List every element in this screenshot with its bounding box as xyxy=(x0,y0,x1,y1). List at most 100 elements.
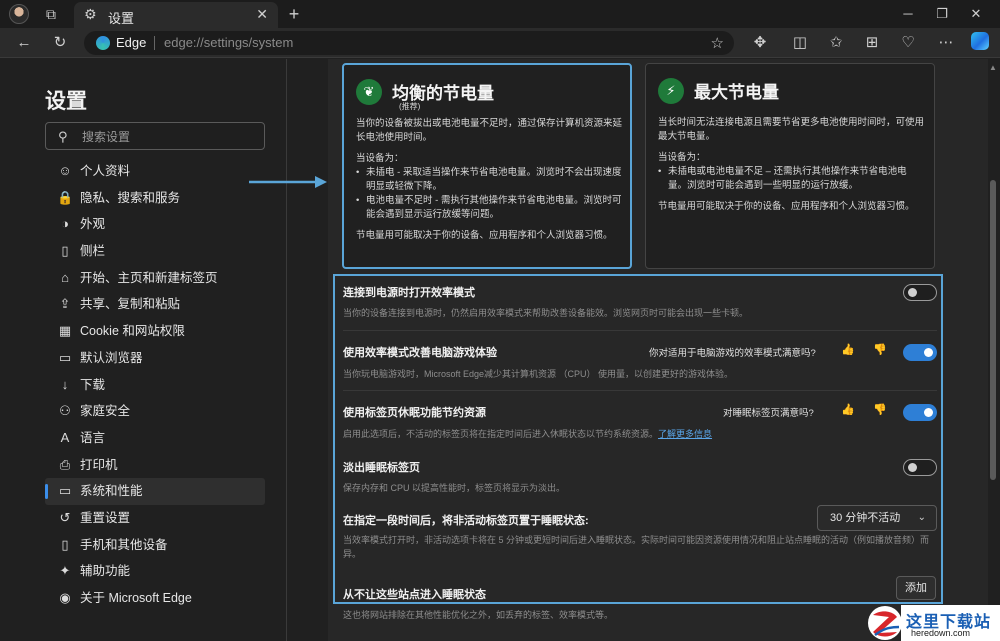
setting-desc-text: 启用此选项后，不活动的标签页将在指定时间后进入休眠状态以节约系统资源。 xyxy=(343,429,659,439)
sidebar-item[interactable]: ▭ 默认浏览器 xyxy=(45,345,265,372)
balanced-savings-card[interactable]: ❦ 均衡的节电量 (推荐) 当你的设备被拔出或电池电量不足时，通过保存计算机资源… xyxy=(342,63,632,269)
fade-tabs-toggle[interactable] xyxy=(903,459,937,476)
sidebar-item-label: 手机和其他设备 xyxy=(80,537,168,552)
sidebar-item[interactable]: ▯ 手机和其他设备 xyxy=(45,532,265,559)
divider xyxy=(343,330,937,331)
sidebar-item[interactable]: 🔒 隐私、搜索和服务 xyxy=(45,185,265,212)
profile-avatar[interactable] xyxy=(9,4,29,24)
favorites-icon[interactable]: ✩ xyxy=(826,33,846,53)
card-desc: 当长时间无法连接电源且需要节省更多电池使用时间时，可使用最大节电量。 xyxy=(658,117,925,142)
collections-icon[interactable]: ⊞ xyxy=(862,33,882,53)
timeout-selected: 30 分钟不活动 xyxy=(830,512,901,524)
phone-icon: ▯ xyxy=(61,536,69,552)
sidebar-item[interactable]: ✦ 辅助功能 xyxy=(45,558,265,585)
settings-panel: 连接到电源时打开效率模式 当你的设备连接到电源时，仍然启用效率模式来帮助改善设备… xyxy=(333,274,943,604)
card-note: 节电量用可能取决于你的设备、应用程序和个人浏览器习惯。 xyxy=(658,201,915,212)
search-icon: ⚲ xyxy=(58,129,68,144)
maximum-savings-card[interactable]: ⚡ 最大节电量 当长时间无法连接电源且需要节省更多电池使用时间时，可使用最大节电… xyxy=(645,63,935,269)
sidebar-item-label: 隐私、搜索和服务 xyxy=(80,190,181,205)
sidebar-item[interactable]: A 语言 xyxy=(45,425,265,452)
sidebar-item-label: 下载 xyxy=(80,377,106,392)
gaming-toggle[interactable] xyxy=(903,344,937,361)
sidebar-item-label: 语言 xyxy=(80,430,106,445)
address-url[interactable]: edge://settings/system xyxy=(164,35,293,50)
thumbs-up-icon[interactable]: 👍 xyxy=(841,403,855,416)
watermark: 这里下载站 heredown.com xyxy=(867,605,1000,641)
copilot-icon[interactable] xyxy=(971,32,989,50)
extensions-icon[interactable]: ✥ xyxy=(750,33,770,53)
sidebar-icon: ▯ xyxy=(61,243,69,259)
settings-sidebar: 设置 ⚲ ☺ 个人资料 🔒 隐私、搜索和服务 ◑ 外观 ▯ 侧栏 ⌂ 开始、主页和新建标签页 ⇪ 共享… xyxy=(0,59,286,641)
tab-strip: ⧉ ⚙ 设置 ✕ + ─ ❐ ✕ xyxy=(0,0,1000,28)
sleeping-tabs-toggle[interactable] xyxy=(903,404,937,421)
leaf-icon: ❦ xyxy=(356,79,382,105)
scroll-up-icon[interactable]: ▲ xyxy=(989,63,997,72)
sidebar-item[interactable]: ⎙ 打印机 xyxy=(45,452,265,479)
refresh-icon[interactable]: ↻ xyxy=(50,33,70,53)
restore-icon[interactable]: ❐ xyxy=(932,4,952,24)
learn-more-link[interactable]: 了解更多信息 xyxy=(658,429,712,439)
address-bar[interactable]: Edge edge://settings/system ☆ xyxy=(84,31,734,55)
feedback-question: 你对适用于电脑游戏的效率模式满意吗? xyxy=(649,348,816,359)
workspaces-icon[interactable]: ⧉ xyxy=(41,4,61,24)
setting-title: 从不让这些站点进入睡眠状态 xyxy=(343,589,486,601)
system-icon: ▭ xyxy=(58,483,72,499)
download-icon: ↓ xyxy=(61,376,69,392)
setting-title: 淡出睡眠标签页 xyxy=(343,462,420,474)
favorite-star-icon[interactable]: ☆ xyxy=(711,34,724,52)
browser-icon: ▭ xyxy=(58,349,72,365)
battery-leaf-icon: ⚡ xyxy=(658,78,684,104)
sidebar-item-label: Cookie 和网站权限 xyxy=(80,324,185,339)
tab-settings[interactable]: ⚙ 设置 ✕ xyxy=(74,2,278,28)
tab-title: 设置 xyxy=(108,11,135,26)
thumbs-down-icon[interactable]: 👎 xyxy=(873,403,887,416)
search-input[interactable] xyxy=(82,128,252,146)
minimize-icon[interactable]: ─ xyxy=(898,4,918,24)
edge-icon: ◉ xyxy=(59,590,71,605)
back-icon[interactable]: ← xyxy=(14,33,34,53)
setting-title: 在指定一段时间后，将非活动标签页置于睡眠状态: xyxy=(343,515,589,527)
sidebar-item[interactable]: ▦ Cookie 和网站权限 xyxy=(45,318,265,345)
sidebar-item[interactable]: ⌂ 开始、主页和新建标签页 xyxy=(45,265,265,292)
browser-essentials-icon[interactable]: ♡ xyxy=(898,33,918,53)
sidebar-item-label: 重置设置 xyxy=(80,510,131,525)
sidebar-item[interactable]: ▯ 侧栏 xyxy=(45,238,265,265)
home-icon: ⌂ xyxy=(61,269,69,285)
sidebar-item[interactable]: ◑ 外观 xyxy=(45,211,265,238)
close-tab-icon[interactable]: ✕ xyxy=(256,6,268,23)
thumbs-down-icon[interactable]: 👎 xyxy=(873,343,887,356)
sidebar-item[interactable]: ▭ 系统和性能 xyxy=(45,478,265,505)
efficiency-plugged-toggle[interactable] xyxy=(903,284,937,301)
sidebar-item-label: 个人资料 xyxy=(80,164,131,178)
setting-desc: 当效率模式打开时，非活动选项卡将在 5 分钟或更短时间后进入睡眠状态。实际时间可… xyxy=(343,535,930,559)
sidebar-item[interactable]: ⇪ 共享、复制和粘贴 xyxy=(45,291,265,318)
sidebar-item-label: 默认浏览器 xyxy=(80,350,143,365)
add-site-button[interactable]: 添加 xyxy=(896,576,936,600)
search-box[interactable]: ⚲ xyxy=(45,122,265,150)
thumbs-up-icon[interactable]: 👍 xyxy=(841,343,855,356)
address-divider xyxy=(154,36,155,50)
sidebar-item[interactable]: ◉ 关于 Microsoft Edge xyxy=(45,585,265,612)
sidebar-divider xyxy=(286,59,287,641)
sidebar-item-label: 外观 xyxy=(80,217,106,232)
sidebar-item[interactable]: ⚇ 家庭安全 xyxy=(45,398,265,425)
sidebar-item[interactable]: ☺ 个人资料 xyxy=(45,158,265,185)
timeout-dropdown[interactable]: 30 分钟不活动 ⌄ xyxy=(817,505,937,531)
card-when-label: 当设备为： xyxy=(356,153,404,164)
setting-title: 连接到电源时打开效率模式 xyxy=(343,287,475,299)
card-bullets: 未插电 - 采取适当操作来节省电池电量。浏览时不会出现速度明显或轻微下降。 电池… xyxy=(356,166,622,222)
chevron-down-icon: ⌄ xyxy=(917,512,926,523)
card-note: 节电量用可能取决于你的设备、应用程序和个人浏览器习惯。 xyxy=(356,230,613,241)
sidebar-item[interactable]: ↺ 重置设置 xyxy=(45,505,265,532)
share-icon: ⇪ xyxy=(59,296,71,312)
scrollbar-thumb[interactable] xyxy=(990,180,996,480)
sidebar-item-label: 侧栏 xyxy=(80,244,106,259)
divider xyxy=(343,390,937,391)
more-menu-icon[interactable]: ⋯ xyxy=(936,33,956,53)
sidebar-item[interactable]: ↓ 下载 xyxy=(45,372,265,399)
new-tab-icon[interactable]: + xyxy=(284,4,304,24)
feedback-question: 对睡眠标签页满意吗? xyxy=(723,408,814,419)
split-screen-icon[interactable]: ◫ xyxy=(790,33,810,53)
close-window-icon[interactable]: ✕ xyxy=(966,4,986,24)
setting-desc: 当你的设备连接到电源时，仍然启用效率模式来帮助改善设备能效。浏览网页时可能会出现… xyxy=(343,308,749,318)
